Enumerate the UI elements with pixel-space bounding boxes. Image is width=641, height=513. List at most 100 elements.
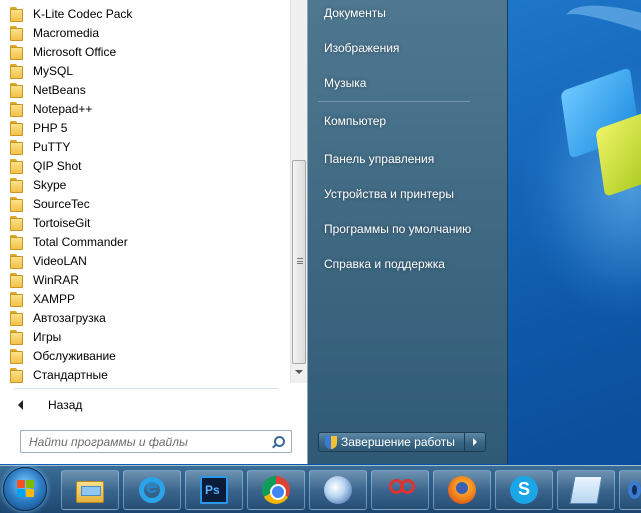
program-folder-label: Игры bbox=[33, 329, 62, 344]
divider bbox=[318, 101, 470, 102]
folder-icon bbox=[10, 178, 26, 193]
taskbar-button-internet-explorer[interactable] bbox=[123, 470, 181, 510]
folder-icon bbox=[10, 121, 26, 136]
start-menu: K-Lite Codec Pack Macromedia Microsoft O… bbox=[0, 0, 508, 464]
menu-item-devices-printers[interactable]: Устройства и принтеры bbox=[324, 184, 454, 204]
folder-icon bbox=[10, 216, 26, 231]
shutdown-label: Завершение работы bbox=[341, 435, 455, 449]
windows-logo-icon bbox=[17, 480, 35, 498]
taskbar-button-explorer[interactable] bbox=[61, 470, 119, 510]
thunderbird-icon bbox=[324, 476, 352, 504]
program-folder-label: MySQL bbox=[33, 63, 74, 78]
taskbar-button-snipping-tool[interactable] bbox=[371, 470, 429, 510]
folder-icon bbox=[10, 83, 26, 98]
search-icon[interactable] bbox=[269, 433, 287, 451]
menu-item-pictures[interactable]: Изображения bbox=[324, 38, 399, 58]
program-folder[interactable]: Notepad++ bbox=[10, 99, 286, 118]
folder-icon bbox=[10, 349, 26, 364]
program-folder-label: QIP Shot bbox=[33, 158, 82, 173]
program-folder-label: SourceTec bbox=[33, 196, 90, 211]
folder-icon bbox=[10, 330, 26, 345]
menu-item-control-panel[interactable]: Панель управления bbox=[324, 149, 434, 169]
search-box[interactable] bbox=[20, 430, 292, 453]
program-folder[interactable]: Стандартные bbox=[10, 365, 286, 384]
start-button[interactable] bbox=[3, 467, 47, 511]
folder-icon bbox=[10, 45, 26, 60]
taskbar-button-skype[interactable] bbox=[495, 470, 553, 510]
program-folder[interactable]: Обслуживание bbox=[10, 346, 286, 365]
program-folder[interactable]: WinRAR bbox=[10, 270, 286, 289]
back-arrow-icon bbox=[18, 400, 23, 410]
taskbar bbox=[0, 465, 641, 513]
internet-explorer-icon bbox=[139, 476, 165, 503]
scroll-down-arrow-icon[interactable] bbox=[295, 370, 303, 374]
shutdown-button[interactable]: Завершение работы bbox=[318, 432, 465, 452]
folder-icon bbox=[10, 7, 26, 22]
program-folder[interactable]: PHP 5 bbox=[10, 118, 286, 137]
program-folder[interactable]: NetBeans bbox=[10, 80, 286, 99]
program-folder[interactable]: TortoiseGit bbox=[10, 213, 286, 232]
program-folder-label: Обслуживание bbox=[33, 348, 116, 363]
program-folder-label: PuTTY bbox=[33, 139, 71, 154]
back-label: Назад bbox=[48, 398, 83, 412]
program-folder-label: Macromedia bbox=[33, 25, 100, 40]
program-folder-label: TortoiseGit bbox=[33, 215, 91, 230]
menu-item-documents[interactable]: Документы bbox=[324, 3, 386, 23]
program-folder-label: XAMPP bbox=[33, 291, 76, 306]
program-folder[interactable]: Автозагрузка bbox=[10, 308, 286, 327]
taskbar-button-partial[interactable] bbox=[619, 470, 641, 510]
menu-item-music[interactable]: Музыка bbox=[324, 73, 366, 93]
grip-icon bbox=[297, 258, 303, 264]
program-folder[interactable]: Microsoft Office bbox=[10, 42, 286, 61]
program-folder[interactable]: VideoLAN bbox=[10, 251, 286, 270]
folder-icon bbox=[10, 235, 26, 250]
firefox-icon bbox=[448, 476, 476, 504]
photoshop-icon bbox=[200, 476, 228, 504]
folder-explorer-icon bbox=[76, 480, 104, 503]
program-folder-label: VideoLAN bbox=[33, 253, 87, 268]
program-folder-label: WinRAR bbox=[33, 272, 80, 287]
menu-item-computer[interactable]: Компьютер bbox=[324, 111, 386, 131]
program-folder[interactable]: Skype bbox=[10, 175, 286, 194]
program-folder[interactable]: MySQL bbox=[10, 61, 286, 80]
start-menu-left-pane: K-Lite Codec Pack Macromedia Microsoft O… bbox=[0, 0, 308, 464]
program-folder-label: Стандартные bbox=[33, 367, 108, 382]
program-folder[interactable]: XAMPP bbox=[10, 289, 286, 308]
program-folder[interactable]: PuTTY bbox=[10, 137, 286, 156]
folder-icon bbox=[10, 102, 26, 117]
app-icon bbox=[628, 481, 641, 499]
program-folder-label: PHP 5 bbox=[33, 120, 68, 135]
program-folder[interactable]: SourceTec bbox=[10, 194, 286, 213]
taskbar-button-chrome[interactable] bbox=[247, 470, 305, 510]
search-input[interactable] bbox=[21, 431, 269, 452]
program-folder[interactable]: Macromedia bbox=[10, 23, 286, 42]
taskbar-button-firefox[interactable] bbox=[433, 470, 491, 510]
program-folder-label: Автозагрузка bbox=[33, 310, 106, 325]
folder-icon bbox=[10, 254, 26, 269]
programs-scrollbar[interactable] bbox=[290, 0, 307, 383]
program-folder-label: Microsoft Office bbox=[33, 44, 117, 59]
folder-icon bbox=[10, 159, 26, 174]
taskbar-button-notepad[interactable] bbox=[557, 470, 615, 510]
menu-item-default-programs[interactable]: Программы по умолчанию bbox=[324, 219, 471, 239]
program-folder[interactable]: Игры bbox=[10, 327, 286, 346]
scrollbar-thumb[interactable] bbox=[292, 160, 306, 364]
all-programs-list: K-Lite Codec Pack Macromedia Microsoft O… bbox=[4, 0, 288, 383]
program-folder-label: Skype bbox=[33, 177, 67, 192]
folder-icon bbox=[10, 292, 26, 307]
shutdown-options-arrow-icon[interactable] bbox=[465, 432, 486, 452]
back-button[interactable]: Назад bbox=[14, 395, 284, 415]
program-folder[interactable]: K-Lite Codec Pack bbox=[10, 4, 286, 23]
program-folder-label: NetBeans bbox=[33, 82, 86, 97]
program-folder[interactable]: QIP Shot bbox=[10, 156, 286, 175]
folder-icon bbox=[10, 311, 26, 326]
taskbar-button-thunderbird[interactable] bbox=[309, 470, 367, 510]
folder-icon bbox=[10, 273, 26, 288]
program-folder-label: Notepad++ bbox=[33, 101, 93, 116]
menu-item-help-support[interactable]: Справка и поддержка bbox=[324, 254, 445, 274]
program-folder[interactable]: Total Commander bbox=[10, 232, 286, 251]
folder-icon bbox=[10, 140, 26, 155]
taskbar-button-photoshop[interactable] bbox=[185, 470, 243, 510]
program-folder-label: K-Lite Codec Pack bbox=[33, 6, 133, 21]
shutdown-group: Завершение работы bbox=[318, 432, 486, 452]
